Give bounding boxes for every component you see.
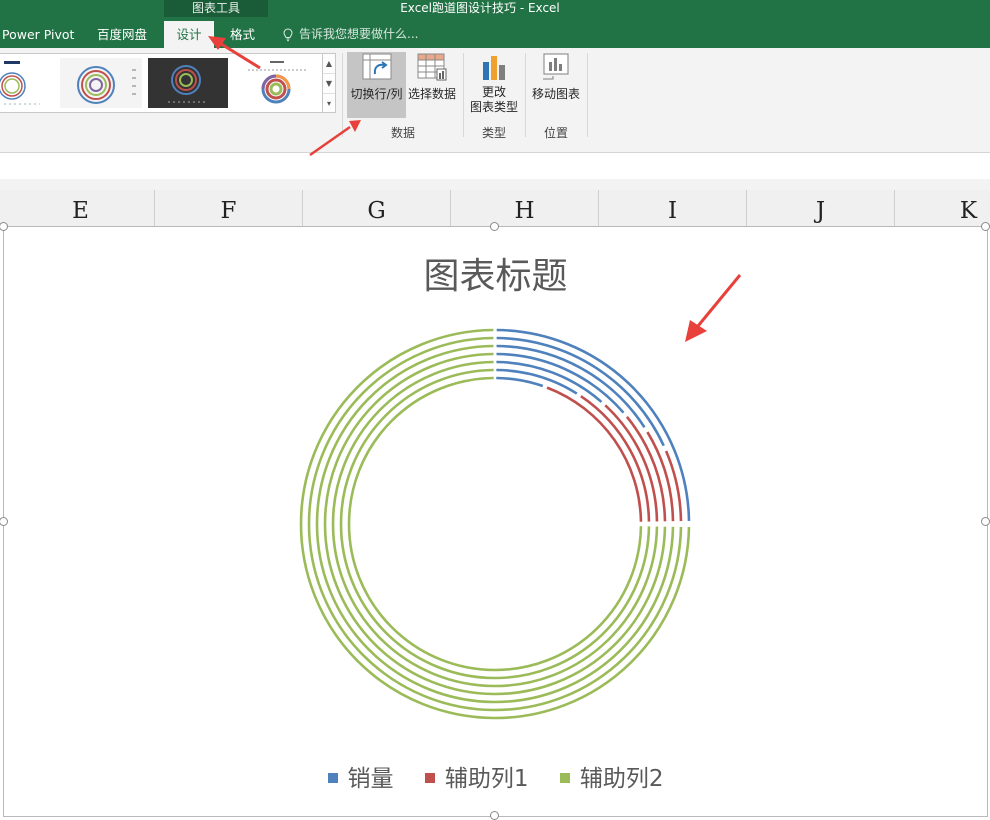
legend-label-helper-1: 辅助列1 (444, 766, 529, 792)
series-helper-2-arc[interactable] (299, 328, 691, 720)
series-helper-2-arc[interactable] (339, 368, 651, 680)
annotation-arrow-chart (685, 274, 742, 342)
series-sales-arc[interactable] (496, 328, 691, 521)
series-helper-2-arc[interactable] (315, 344, 675, 704)
move-chart-button[interactable]: 移动图表 (530, 52, 582, 118)
tab-baidu-netdisk[interactable]: 百度网盘 (97, 21, 153, 48)
legend-label-helper-2: 辅助列2 (579, 766, 664, 792)
tell-me-text: 告诉我您想要做什么... (299, 27, 419, 41)
chart-area[interactable]: 图表标题 销量 辅助列1 辅助列2 (0, 222, 990, 820)
tell-me-box[interactable]: 告诉我您想要做什么... (283, 21, 418, 48)
legend-swatch-helper-2 (559, 772, 570, 783)
series-helper-1-arc[interactable] (625, 415, 667, 522)
annotation-arrow-switch (309, 120, 361, 157)
window-title: Excel跑道图设计技巧 - Excel (400, 1, 560, 15)
annotation-arrow-tab (208, 36, 261, 70)
change-chart-type-button[interactable]: 更改 图表类型 (467, 52, 521, 122)
column-header-h[interactable]: H (451, 190, 599, 226)
legend-swatch-helper-1 (424, 772, 435, 783)
column-header-j[interactable]: J (747, 190, 895, 226)
gallery-scroll[interactable]: ▲ ▼ ▾ (322, 53, 336, 113)
series-helper-2-arc[interactable] (331, 360, 659, 688)
title-bar: 图表工具 Excel跑道图设计技巧 - Excel Power Pivot 百度… (0, 0, 990, 48)
column-header-g[interactable]: G (303, 190, 451, 226)
formula-gap (0, 179, 990, 190)
select-data-label: 选择数据 (407, 87, 456, 101)
ribbon: ▲ ▼ ▾ 切换行/列 选择数据 数据 更改 图表类型 类型 移动图表 位置 (0, 48, 990, 143)
resize-handle[interactable] (981, 517, 990, 526)
chart-style-thumb-1[interactable] (0, 58, 46, 108)
column-header-k[interactable]: K (895, 190, 990, 226)
group-label-location: 位置 (543, 126, 568, 140)
series-helper-2-arc[interactable] (323, 352, 667, 696)
group-label-type: 类型 (481, 126, 506, 140)
column-header-i[interactable]: I (599, 190, 747, 226)
select-data-icon (417, 53, 447, 81)
ribbon-separator (463, 53, 464, 137)
switch-row-column-label: 切换行/列 (350, 87, 403, 101)
gallery-scroll-up-icon[interactable]: ▲ (323, 54, 335, 74)
move-chart-label: 移动图表 (531, 87, 580, 101)
column-header-f[interactable]: F (155, 190, 303, 226)
ribbon-gap (0, 142, 990, 152)
chart-legend[interactable]: 销量 辅助列1 辅助列2 (4, 759, 987, 793)
gallery-more-icon[interactable]: ▾ (323, 94, 335, 113)
legend-item-sales: 销量 (327, 759, 394, 793)
formula-bar[interactable] (0, 152, 990, 180)
legend-item-helper-2: 辅助列2 (559, 759, 664, 793)
column-header-e[interactable]: E (7, 190, 155, 226)
runway-doughnut-plot[interactable] (4, 227, 987, 816)
series-helper-2-arc[interactable] (307, 336, 683, 712)
legend-item-helper-1: 辅助列1 (424, 759, 529, 793)
lightbulb-icon (283, 27, 293, 41)
legend-label-sales: 销量 (347, 766, 394, 792)
series-helper-2-arc[interactable] (347, 376, 643, 672)
chart-tools-context-label: 图表工具 (164, 0, 268, 17)
switch-row-column-button[interactable]: 切换行/列 (347, 52, 406, 118)
resize-handle[interactable] (490, 811, 499, 820)
gallery-scroll-down-icon[interactable]: ▼ (323, 74, 335, 94)
chart-styles-gallery (0, 53, 323, 113)
series-sales-arc[interactable] (496, 368, 578, 395)
series-sales-arc[interactable] (496, 360, 603, 403)
series-sales-arc[interactable] (496, 376, 544, 388)
switch-row-column-icon (362, 53, 391, 80)
select-data-button[interactable]: 选择数据 (406, 52, 458, 118)
move-chart-icon (543, 53, 569, 80)
chart-style-thumb-2[interactable] (60, 58, 142, 108)
change-chart-type-label-2: 图表类型 (469, 100, 518, 114)
tab-power-pivot[interactable]: Power Pivot (2, 21, 78, 48)
ribbon-separator (525, 53, 526, 137)
legend-swatch-sales (327, 772, 338, 783)
resize-handle[interactable] (490, 222, 499, 231)
change-chart-type-label-1: 更改 (481, 85, 506, 99)
resize-handle[interactable] (981, 222, 990, 231)
change-chart-type-icon (483, 56, 505, 80)
ribbon-separator (587, 53, 588, 137)
